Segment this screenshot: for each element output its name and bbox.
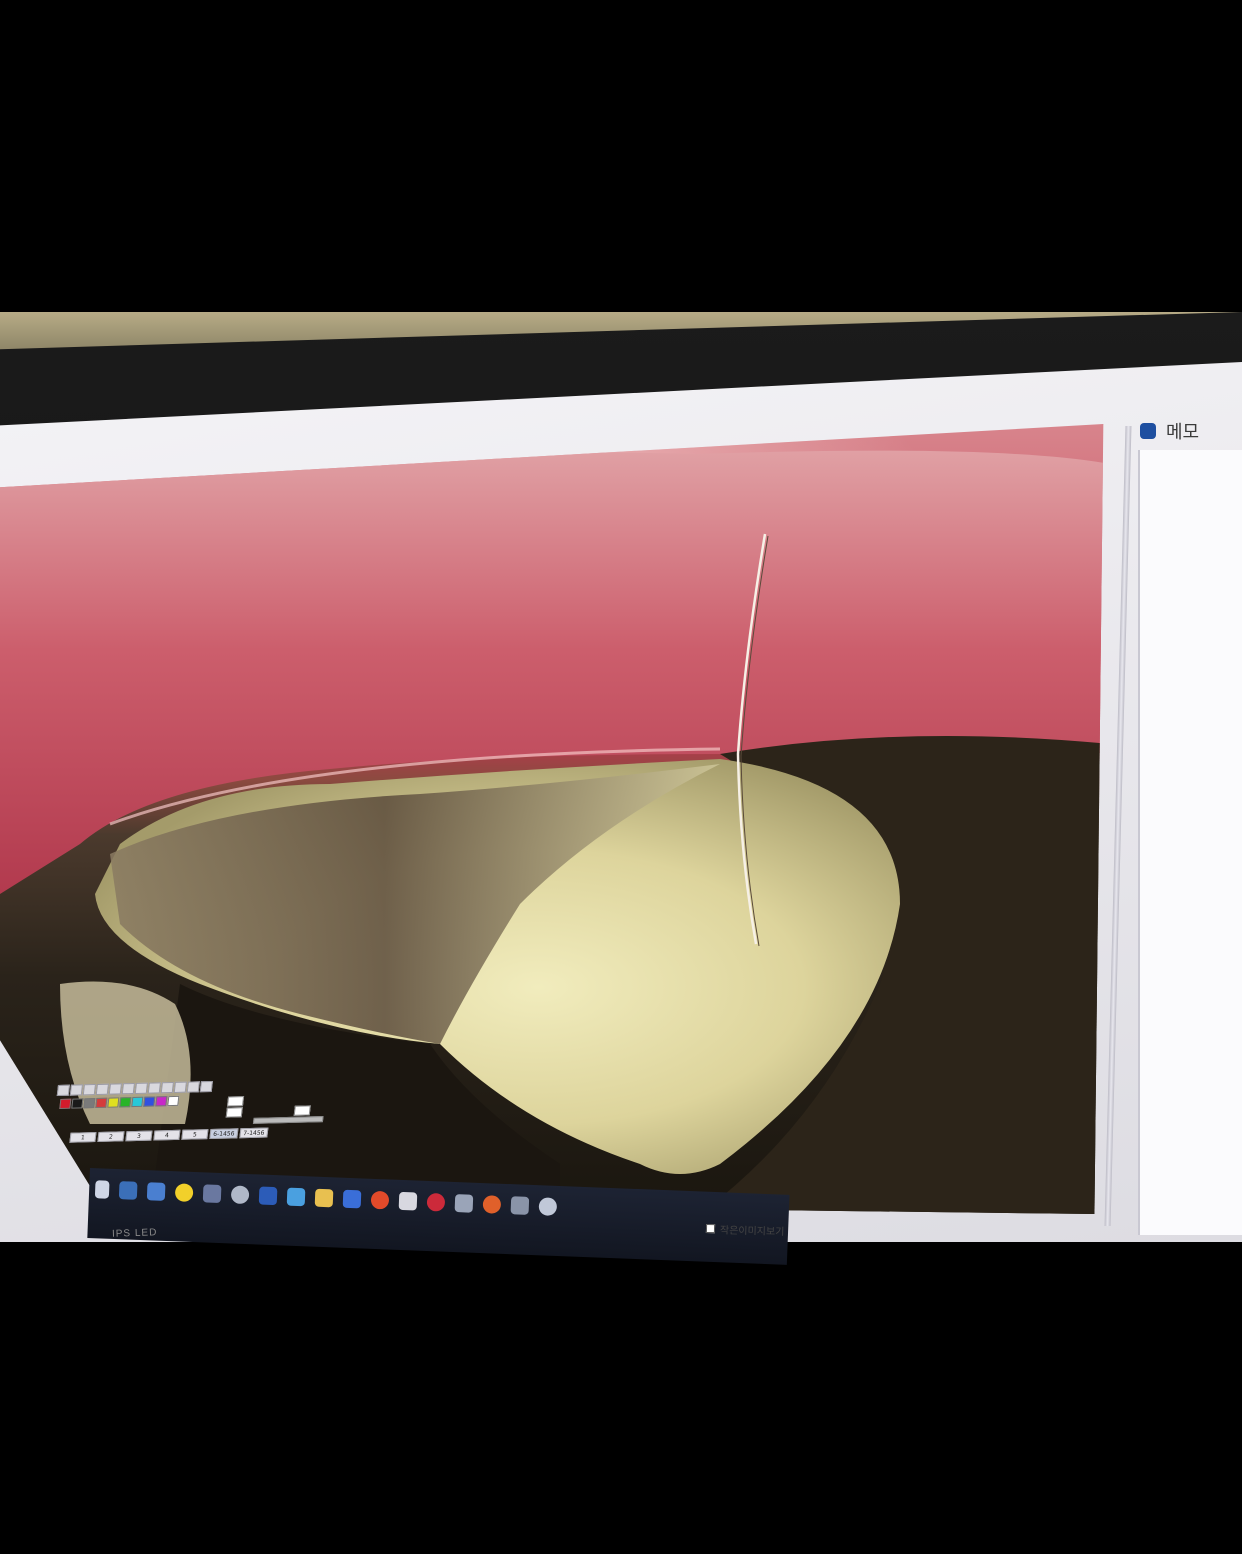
page-button[interactable]: 3 [125,1130,153,1142]
font-size-spinner[interactable] [293,1105,311,1116]
folder-icon[interactable] [314,1188,334,1208]
page-button[interactable]: 2 [97,1131,125,1142]
thumbnail-option[interactable]: 작은이미지보기 [705,1221,785,1239]
line-width-spinner[interactable] [225,1107,243,1118]
pen-tool-button[interactable] [56,1084,70,1097]
start-icon[interactable] [94,1180,110,1199]
app-icon[interactable] [482,1195,502,1214]
app-icon[interactable] [230,1185,250,1205]
app-icon[interactable] [398,1191,418,1211]
memo-header: 메모 [1140,416,1242,446]
clear-tool-button[interactable] [173,1081,187,1093]
monitor-brand-label: IPS LED [111,1227,158,1240]
text-tool-button[interactable] [121,1082,135,1095]
chrome-icon[interactable] [370,1190,390,1210]
eraser-tool-button[interactable] [134,1082,148,1094]
rect-tool-button[interactable] [95,1083,109,1096]
app-icon[interactable] [454,1194,474,1213]
color-palette [59,1095,180,1109]
color-swatch[interactable] [83,1098,96,1109]
page-button[interactable]: 1 [69,1132,97,1143]
page-button[interactable]: 7-1456 [239,1127,269,1139]
app-icon[interactable] [510,1196,530,1215]
page-button[interactable]: 5 [181,1129,209,1140]
color-swatch[interactable] [167,1095,180,1107]
taskbar-icons [94,1180,558,1216]
explorer-icon[interactable] [146,1182,166,1201]
brush-size-spinner[interactable] [226,1096,245,1107]
drawing-toolbar: 1 2 3 4 5 6-1456 7-1456 [49,1077,348,1165]
arrow-tool-button[interactable] [82,1084,96,1096]
color-swatch[interactable] [119,1097,132,1108]
print-tool-button[interactable] [199,1080,213,1093]
ellipse-tool-button[interactable] [108,1083,122,1095]
page-button[interactable]: 4 [153,1129,181,1141]
save-tool-button[interactable] [186,1081,200,1093]
color-swatch[interactable] [107,1097,120,1108]
thumbnail-checkbox[interactable] [705,1223,716,1234]
app-icon[interactable] [342,1189,362,1209]
color-swatch[interactable] [59,1098,72,1109]
memo-text-area[interactable] [1138,450,1242,1235]
redo-tool-button[interactable] [160,1081,174,1094]
color-swatch[interactable] [155,1096,168,1107]
color-swatch[interactable] [95,1097,108,1109]
browser-icon[interactable] [426,1192,446,1212]
memo-bullet-icon [1140,423,1156,439]
page-button[interactable]: 6-1456 [209,1128,239,1140]
page-buttons: 1 2 3 4 5 6-1456 7-1456 [69,1127,269,1143]
word-icon[interactable] [258,1186,278,1206]
kakaotalk-icon[interactable] [174,1183,194,1202]
color-swatch[interactable] [71,1098,84,1109]
color-swatch[interactable] [143,1096,156,1107]
app-icon[interactable] [202,1184,222,1204]
line-tool-button[interactable] [69,1084,83,1096]
undo-tool-button[interactable] [147,1082,161,1094]
color-swatch[interactable] [131,1096,144,1108]
memo-title: 메모 [1166,422,1200,443]
app-icon[interactable] [538,1197,558,1216]
thumbnail-option-label: 작은이미지보기 [719,1225,785,1239]
opacity-slider[interactable] [252,1116,324,1124]
desktop-icon[interactable] [118,1181,138,1200]
app-icon[interactable] [286,1187,306,1207]
